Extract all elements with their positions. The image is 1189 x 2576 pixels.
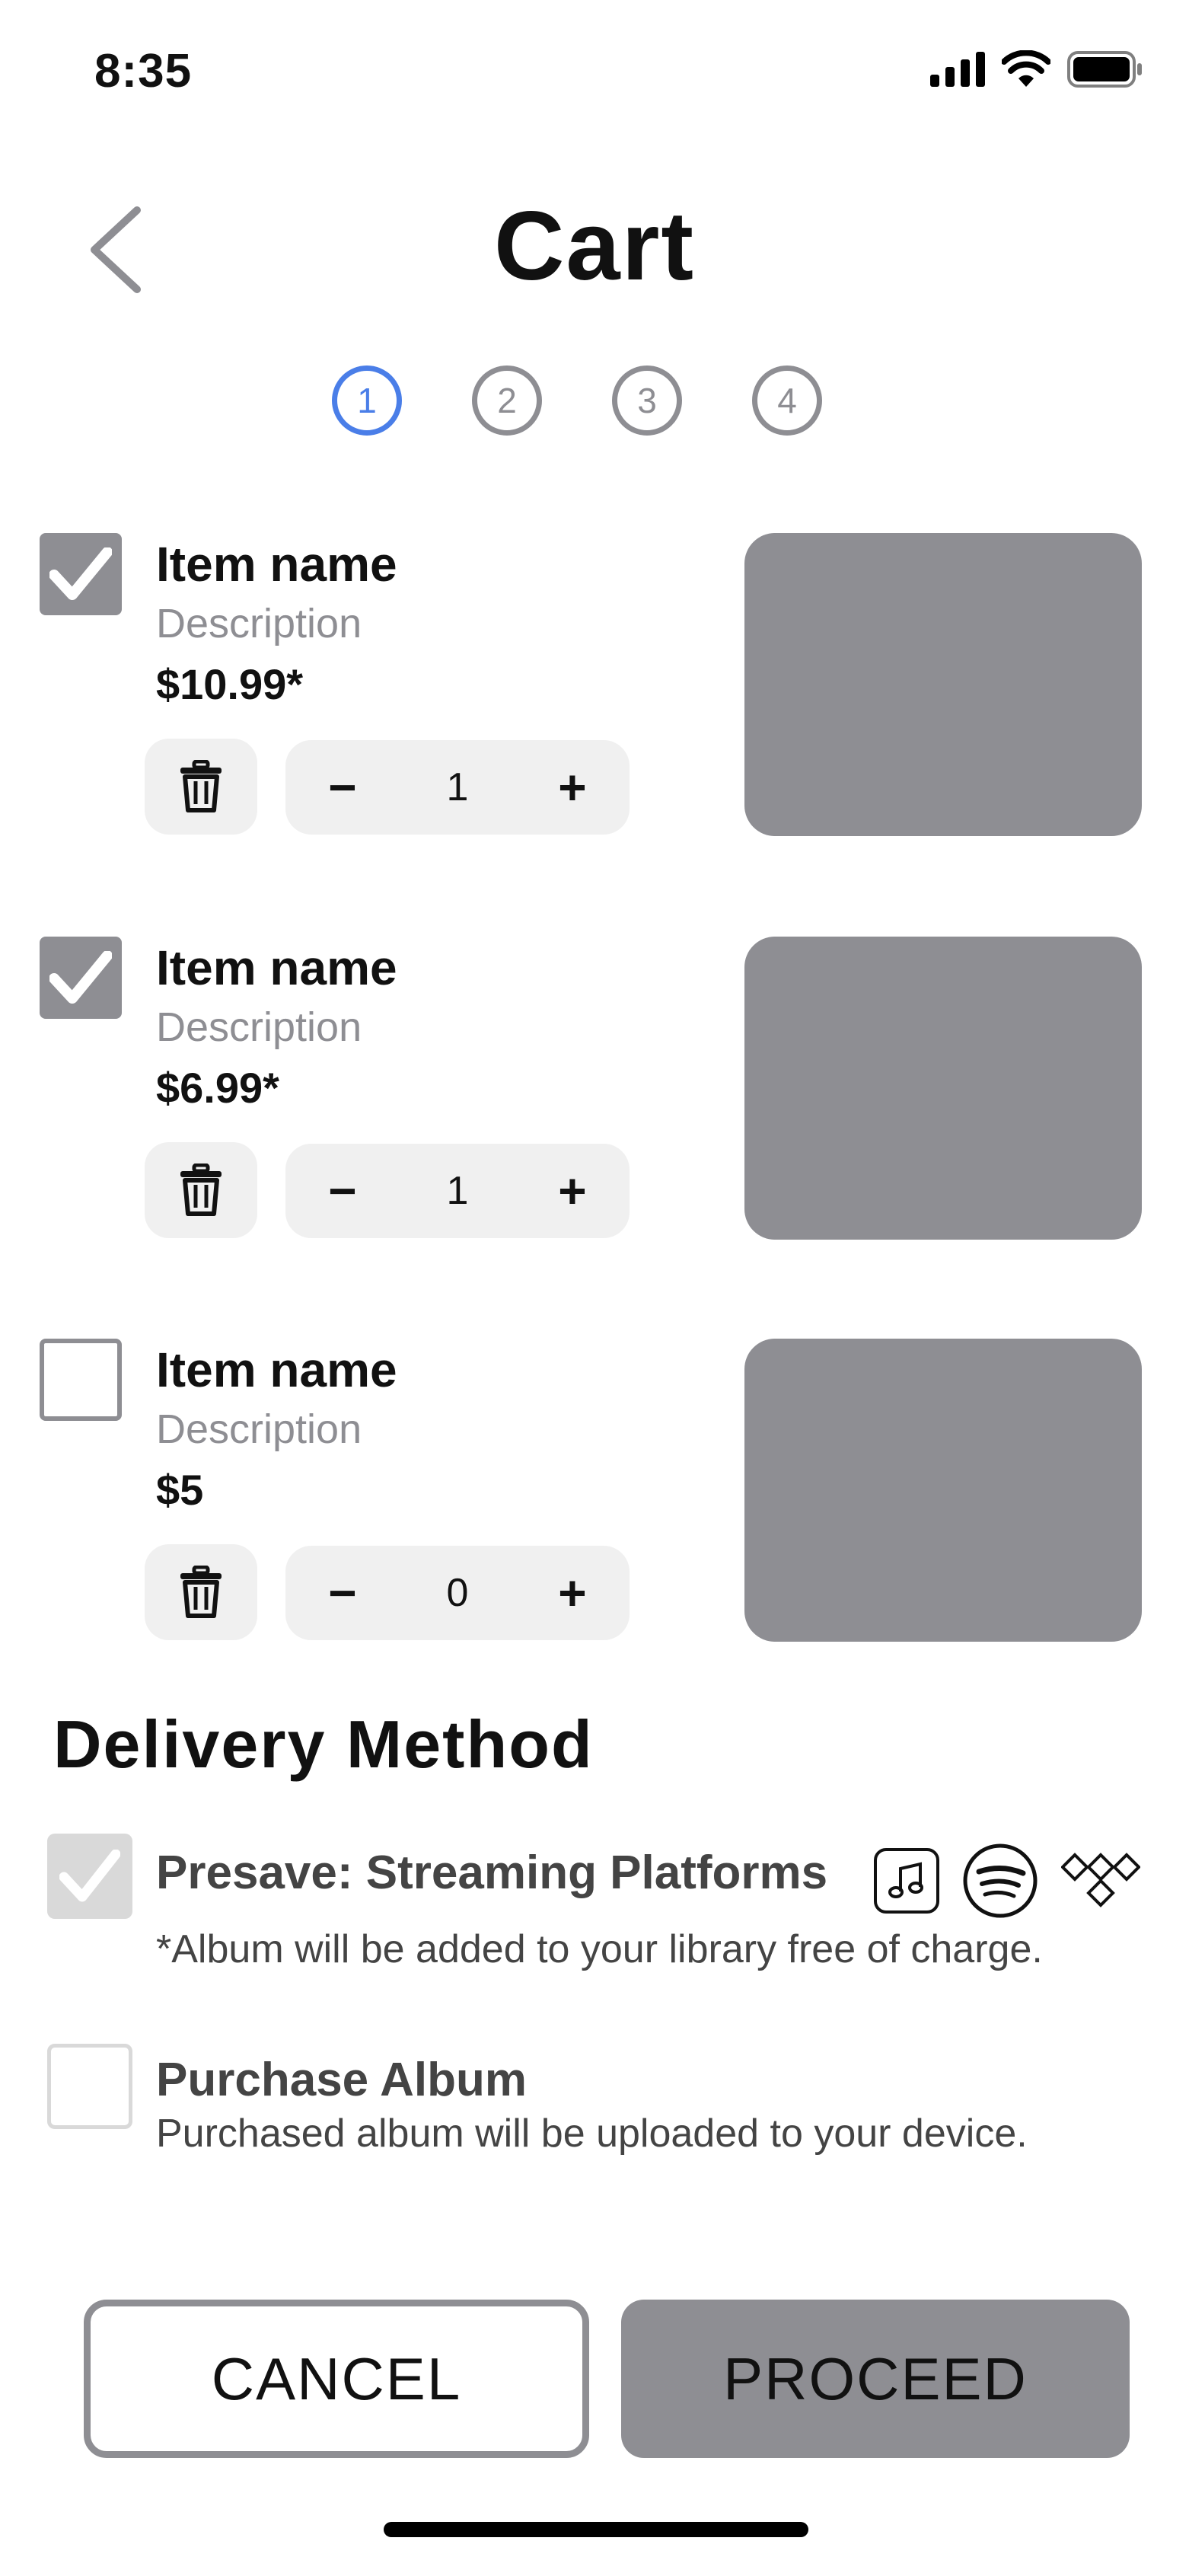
- item-checkbox[interactable]: [40, 937, 122, 1019]
- cellular-signal-icon: [930, 52, 985, 87]
- delete-item-button[interactable]: [145, 739, 257, 835]
- trash-icon: [180, 760, 222, 812]
- item-description: Description: [156, 601, 362, 646]
- battery-icon: [1067, 51, 1142, 88]
- decrement-button[interactable]: −: [324, 759, 362, 816]
- item-checkbox[interactable]: [40, 1339, 122, 1421]
- increment-button[interactable]: +: [553, 1163, 591, 1219]
- item-description: Description: [156, 1004, 362, 1050]
- decrement-button[interactable]: −: [324, 1565, 362, 1621]
- item-name: Item name: [156, 940, 397, 995]
- item-image: [744, 1339, 1142, 1642]
- cart-item: Item name Description $10.99* − 1 +: [0, 533, 1189, 853]
- cart-item: Item name Description $5 − 0 +: [0, 1339, 1189, 1658]
- item-image: [744, 533, 1142, 836]
- page-title: Cart: [493, 192, 696, 301]
- purchase-option-title: Purchase Album: [156, 2054, 527, 2106]
- presave-option-title: Presave: Streaming Platforms: [156, 1847, 828, 1899]
- tidal-icon: [1061, 1853, 1140, 1907]
- item-image: [744, 937, 1142, 1240]
- cancel-button[interactable]: CANCEL: [84, 2300, 589, 2458]
- step-1[interactable]: 1: [332, 365, 402, 436]
- item-name: Item name: [156, 537, 397, 592]
- trash-icon: [180, 1566, 222, 1618]
- trash-icon: [180, 1164, 222, 1216]
- home-indicator[interactable]: [384, 2522, 808, 2537]
- status-time: 8:35: [94, 45, 193, 97]
- step-3[interactable]: 3: [612, 365, 682, 436]
- quantity-value: 1: [446, 1169, 469, 1213]
- checkmark-icon: [49, 547, 112, 600]
- presave-checkbox[interactable]: [47, 1834, 132, 1919]
- cart-item: Item name Description $6.99* − 1 +: [0, 937, 1189, 1256]
- music-note-icon: [874, 1848, 939, 1914]
- increment-button[interactable]: +: [553, 759, 591, 816]
- quantity-stepper: − 1 +: [285, 740, 630, 835]
- decrement-button[interactable]: −: [324, 1163, 362, 1219]
- delivery-method-heading: Delivery Method: [53, 1706, 594, 1782]
- item-description: Description: [156, 1406, 362, 1452]
- wifi-icon: [1002, 50, 1050, 87]
- item-checkbox[interactable]: [40, 533, 122, 615]
- item-price: $10.99*: [156, 660, 304, 708]
- quantity-stepper: − 1 +: [285, 1144, 630, 1238]
- spotify-icon: [963, 1843, 1038, 1918]
- presave-option-note: *Album will be added to your library fre…: [156, 1927, 1043, 1971]
- increment-button[interactable]: +: [553, 1565, 591, 1621]
- delete-item-button[interactable]: [145, 1544, 257, 1640]
- item-price: $6.99*: [156, 1064, 279, 1112]
- status-icons: [930, 50, 1143, 88]
- step-2[interactable]: 2: [472, 365, 542, 436]
- step-indicator: 1 2 3 4: [332, 365, 822, 436]
- item-name: Item name: [156, 1342, 397, 1397]
- checkmark-icon: [49, 951, 112, 1004]
- proceed-button[interactable]: PROCEED: [621, 2300, 1130, 2458]
- quantity-stepper: − 0 +: [285, 1546, 630, 1640]
- item-price: $5: [156, 1466, 204, 1514]
- purchase-option-note: Purchased album will be uploaded to your…: [156, 2112, 1028, 2156]
- purchase-album-checkbox[interactable]: [47, 2044, 132, 2129]
- delete-item-button[interactable]: [145, 1142, 257, 1238]
- quantity-value: 0: [446, 1571, 469, 1615]
- platform-icons: [874, 1843, 1140, 1919]
- checkmark-icon: [59, 1850, 120, 1902]
- quantity-value: 1: [446, 765, 469, 809]
- step-4[interactable]: 4: [752, 365, 822, 436]
